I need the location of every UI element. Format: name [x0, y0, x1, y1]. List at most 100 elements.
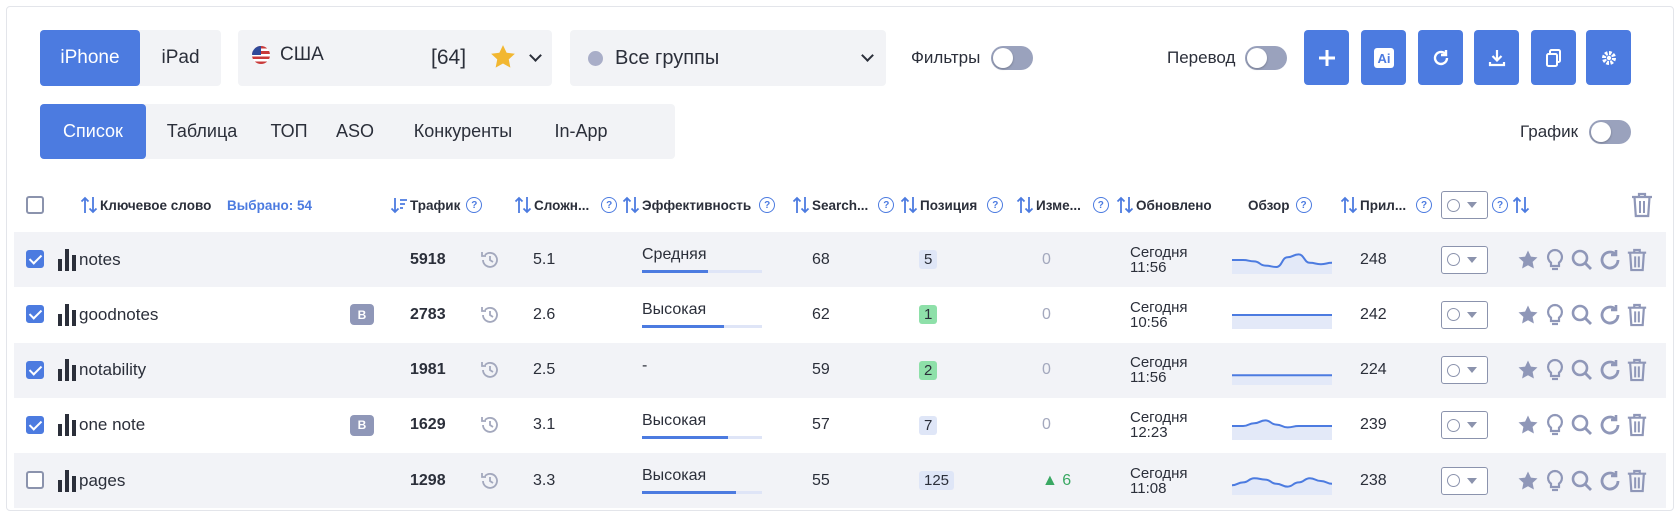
- sort-icon[interactable]: [1512, 195, 1530, 215]
- sort-icon[interactable]: [622, 195, 640, 215]
- header-efficiency[interactable]: Эффективность ?: [622, 186, 776, 224]
- search-icon[interactable]: [1570, 469, 1594, 493]
- search-icon[interactable]: [1570, 248, 1594, 272]
- lightbulb-icon[interactable]: [1544, 358, 1566, 382]
- row-checkbox[interactable]: [26, 305, 44, 324]
- sort-desc-icon[interactable]: [390, 195, 408, 215]
- header-keyword[interactable]: Ключевое слово: [80, 186, 211, 224]
- sort-icon[interactable]: [1016, 195, 1034, 215]
- tab-list[interactable]: Список: [40, 104, 146, 159]
- groups-select[interactable]: Все группы: [570, 30, 886, 86]
- help-icon[interactable]: ?: [987, 197, 1004, 213]
- device-ipad-button[interactable]: iPad: [140, 30, 221, 86]
- tab-top[interactable]: ТОП: [258, 104, 320, 159]
- difficulty-value: 3.3: [533, 471, 556, 489]
- row-checkbox[interactable]: [26, 471, 44, 489]
- star-icon[interactable]: [1516, 248, 1540, 272]
- trash-icon[interactable]: [1626, 302, 1648, 328]
- help-icon[interactable]: ?: [466, 197, 483, 213]
- delete-selected-button[interactable]: [1630, 186, 1654, 224]
- sort-icon[interactable]: [792, 195, 810, 215]
- sort-icon[interactable]: [1340, 195, 1358, 215]
- sort-icon[interactable]: [514, 195, 532, 215]
- search-icon[interactable]: [1570, 358, 1594, 382]
- row-status-select[interactable]: [1441, 343, 1488, 398]
- lightbulb-icon[interactable]: [1544, 303, 1566, 327]
- history-button[interactable]: [479, 343, 501, 398]
- help-icon[interactable]: ?: [759, 197, 776, 213]
- filters-toggle[interactable]: [991, 46, 1033, 70]
- help-icon[interactable]: ?: [878, 197, 895, 213]
- favorite-star-icon[interactable]: [488, 42, 518, 78]
- header-position[interactable]: Позиция ?: [900, 186, 1004, 224]
- refresh-icon[interactable]: [1598, 469, 1622, 493]
- trash-icon[interactable]: [1626, 357, 1648, 383]
- keyword-cell[interactable]: notes: [58, 232, 121, 287]
- tab-in-app[interactable]: In-App: [536, 104, 626, 159]
- lightbulb-icon[interactable]: [1544, 469, 1566, 493]
- sort-icon[interactable]: [900, 195, 918, 215]
- refresh-icon[interactable]: [1598, 303, 1622, 327]
- lightbulb-icon[interactable]: [1544, 248, 1566, 272]
- star-icon[interactable]: [1516, 358, 1540, 382]
- sort-icon[interactable]: [80, 195, 98, 215]
- header-status-select[interactable]: ?: [1441, 186, 1532, 224]
- row-status-select[interactable]: [1441, 287, 1488, 342]
- row-status-select[interactable]: [1441, 398, 1488, 453]
- keyword-cell[interactable]: goodnotes: [58, 287, 158, 342]
- keyword-cell[interactable]: pages: [58, 453, 125, 508]
- chart-toggle[interactable]: [1589, 120, 1631, 144]
- header-change[interactable]: Изме... ?: [1016, 186, 1109, 224]
- keyword-cell[interactable]: notability: [58, 343, 146, 398]
- history-button[interactable]: [479, 398, 501, 453]
- lightbulb-icon[interactable]: [1544, 413, 1566, 437]
- header-difficulty[interactable]: Сложн... ?: [514, 186, 618, 224]
- history-button[interactable]: [479, 232, 501, 287]
- header-updated[interactable]: Обновлено: [1116, 186, 1212, 224]
- search-icon[interactable]: [1570, 303, 1594, 327]
- help-icon[interactable]: ?: [1295, 197, 1312, 213]
- refresh-icon[interactable]: [1598, 358, 1622, 382]
- trash-icon[interactable]: [1626, 468, 1648, 494]
- row-checkbox[interactable]: [26, 360, 44, 379]
- trash-icon[interactable]: [1626, 247, 1648, 273]
- add-keyword-button[interactable]: [1304, 30, 1349, 85]
- search-volume-value: 55: [812, 471, 830, 489]
- keyword-cell[interactable]: one note: [58, 398, 145, 453]
- refresh-icon[interactable]: [1598, 248, 1622, 272]
- updated-day: Сегодня: [1130, 354, 1188, 371]
- refresh-icon[interactable]: [1598, 413, 1622, 437]
- help-icon[interactable]: ?: [1416, 197, 1433, 213]
- refresh-button[interactable]: [1418, 30, 1463, 85]
- country-select[interactable]: США [64]: [238, 30, 552, 86]
- ai-button[interactable]: Ai: [1361, 30, 1406, 85]
- copy-button[interactable]: [1531, 30, 1576, 85]
- header-apps[interactable]: Прил... ?: [1340, 186, 1433, 224]
- help-icon[interactable]: ?: [1492, 197, 1508, 213]
- row-status-select[interactable]: [1441, 453, 1488, 508]
- select-all-checkbox[interactable]: [26, 196, 44, 214]
- tab-aso[interactable]: ASO: [320, 104, 390, 159]
- star-icon[interactable]: [1516, 469, 1540, 493]
- trash-icon[interactable]: [1626, 412, 1648, 438]
- help-icon[interactable]: ?: [601, 197, 618, 213]
- translate-toggle[interactable]: [1245, 46, 1287, 70]
- history-button[interactable]: [479, 287, 501, 342]
- header-search[interactable]: Search... ?: [792, 186, 895, 224]
- history-button[interactable]: [479, 453, 501, 508]
- star-icon[interactable]: [1516, 303, 1540, 327]
- help-icon[interactable]: ?: [1092, 197, 1109, 213]
- settings-button[interactable]: [1586, 30, 1631, 85]
- row-checkbox[interactable]: [26, 250, 44, 268]
- tab-table[interactable]: Таблица: [146, 104, 258, 159]
- row-checkbox[interactable]: [26, 415, 44, 434]
- device-iphone-button[interactable]: iPhone: [40, 30, 140, 86]
- row-status-select[interactable]: [1441, 232, 1488, 287]
- header-traffic[interactable]: Трафик ?: [390, 186, 483, 224]
- sort-icon[interactable]: [1116, 195, 1134, 215]
- updated-cell: Сегодня 11:56: [1130, 232, 1188, 287]
- download-button[interactable]: [1474, 30, 1519, 85]
- tab-competitors[interactable]: Конкуренты: [390, 104, 536, 159]
- search-icon[interactable]: [1570, 413, 1594, 437]
- star-icon[interactable]: [1516, 413, 1540, 437]
